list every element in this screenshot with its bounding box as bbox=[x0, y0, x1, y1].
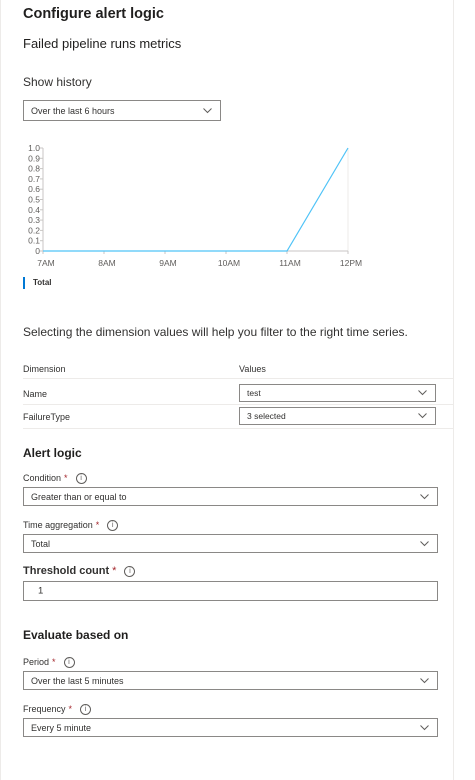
series-line bbox=[43, 147, 349, 252]
y-tick-label: 0.2 bbox=[28, 225, 40, 235]
show-history-label: Show history bbox=[23, 75, 92, 89]
history-chart: 1.00.90.80.70.60.50.40.30.20.10 7AM 8AM 9AM… bbox=[28, 143, 362, 268]
x-tick-label: 10AM bbox=[218, 258, 240, 268]
dimension-failuretype-values-dropdown[interactable]: 3 selected bbox=[239, 407, 436, 425]
y-tick-label: 0.1 bbox=[28, 236, 40, 246]
condition-dropdown[interactable]: Greater than or equal to bbox=[23, 487, 438, 506]
y-tick-label: 1.0 bbox=[28, 143, 40, 153]
table-divider bbox=[23, 404, 454, 405]
chevron-down-icon bbox=[418, 413, 427, 419]
legend-swatch bbox=[23, 277, 25, 289]
time-aggregation-dropdown[interactable]: Total bbox=[23, 534, 438, 553]
panel-left-border bbox=[0, 0, 1, 780]
required-marker: * bbox=[64, 473, 68, 483]
x-tick-label: 8AM bbox=[98, 258, 115, 268]
chevron-down-icon bbox=[418, 390, 427, 396]
chevron-down-icon bbox=[420, 493, 429, 499]
legend-series-name: Total bbox=[33, 278, 52, 287]
alert-logic-heading: Alert logic bbox=[23, 446, 82, 460]
info-icon[interactable]: i bbox=[80, 704, 92, 715]
frequency-dropdown[interactable]: Every 5 minute bbox=[23, 718, 438, 737]
threshold-label: Threshold count * i bbox=[23, 565, 136, 577]
table-divider bbox=[23, 378, 454, 379]
required-marker: * bbox=[95, 520, 100, 530]
info-icon[interactable]: i bbox=[63, 657, 75, 668]
required-marker: * bbox=[52, 657, 56, 667]
x-tick-label: 11AM bbox=[279, 258, 301, 268]
threshold-input[interactable]: 1 bbox=[23, 581, 438, 601]
dimension-row-name: Name bbox=[23, 389, 48, 399]
page-title: Configure alert logic bbox=[23, 6, 164, 22]
y-tick-label: 0.7 bbox=[28, 174, 40, 184]
y-tick-label: 0.9 bbox=[28, 153, 40, 163]
required-marker: * bbox=[68, 704, 73, 714]
dimension-row-failuretype: FailureType bbox=[23, 412, 71, 422]
chevron-down-icon bbox=[420, 724, 429, 730]
chevron-down-icon bbox=[420, 540, 429, 546]
required-marker: * bbox=[112, 565, 117, 577]
x-tick-label: 7AM bbox=[37, 258, 54, 268]
signal-name: Failed pipeline runs metrics bbox=[23, 36, 182, 51]
info-icon[interactable]: i bbox=[124, 566, 136, 577]
y-tick-label: 0 bbox=[35, 246, 40, 256]
table-divider bbox=[23, 428, 454, 429]
x-tick-label: 12PM bbox=[340, 258, 362, 268]
y-tick-label: 0.4 bbox=[28, 205, 40, 215]
condition-label: Condition * i bbox=[23, 473, 87, 484]
panel-right-border bbox=[453, 0, 454, 780]
period-dropdown[interactable]: Over the last 5 minutes bbox=[23, 671, 438, 690]
y-tick-label: 0.6 bbox=[28, 184, 40, 194]
dimension-intro: Selecting the dimension values will help… bbox=[23, 325, 408, 339]
info-icon[interactable]: i bbox=[75, 473, 87, 484]
evaluate-heading: Evaluate based on bbox=[23, 628, 129, 642]
info-icon[interactable]: i bbox=[107, 520, 119, 531]
y-tick-label: 0.5 bbox=[28, 195, 40, 205]
chevron-down-icon bbox=[420, 677, 429, 683]
history-dropdown-value: Over the last 6 hours bbox=[31, 105, 115, 116]
y-tick-label: 0.8 bbox=[28, 164, 40, 174]
chevron-down-icon bbox=[203, 107, 212, 113]
values-column-header: Values bbox=[239, 364, 266, 374]
frequency-label: Frequency * i bbox=[23, 704, 92, 715]
y-tick-label: 0.3 bbox=[28, 215, 40, 225]
history-dropdown[interactable]: Over the last 6 hours bbox=[23, 100, 221, 121]
period-label: Period * i bbox=[23, 657, 75, 668]
x-tick-label: 9AM bbox=[159, 258, 176, 268]
dimension-name-values-dropdown[interactable]: test bbox=[239, 384, 436, 402]
time-aggregation-label: Time aggregation * i bbox=[23, 520, 119, 531]
dimension-column-header: Dimension bbox=[23, 364, 66, 374]
